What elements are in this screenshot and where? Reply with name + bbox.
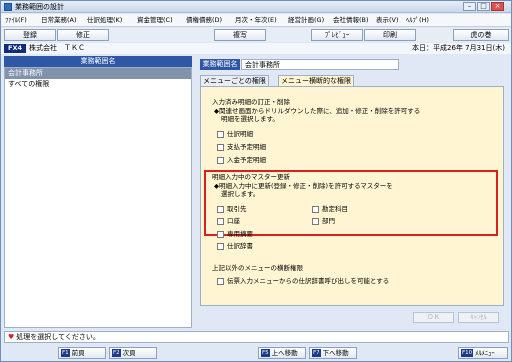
modify-button[interactable]: 修正	[57, 29, 109, 41]
window-title: 業務範囲の設計	[15, 3, 64, 11]
checkbox-journal-detail[interactable]: 仕訳明細	[217, 130, 253, 139]
checkbox-account-title[interactable]: 勘定科目	[312, 205, 348, 214]
range-list-header: 業務範囲名	[4, 56, 192, 67]
close-button[interactable]: ×	[491, 2, 504, 11]
section-description: ◆関連せ画面からドリルダウンした際に、追加・修正・削除を許可する	[214, 107, 421, 115]
range-name-label: 業務範囲名	[200, 59, 240, 70]
checkbox-dict-call[interactable]: 伝票入力メニューからの仕訳辞書呼び出しを可能とする	[217, 277, 389, 286]
f1-prev-page-button[interactable]: F1 前頁	[58, 347, 106, 359]
menu-company[interactable]: 会社情報(B)	[333, 16, 369, 25]
checkbox-journal-dict[interactable]: 仕訳辞書	[217, 242, 253, 251]
range-name-field[interactable]: 会計事務所	[241, 59, 399, 70]
function-key-bar: F1 前頁 F2 次頁 F5 上へ移動 F7 下へ移動 F10 ﾒﾙﾒﾆｭｰ	[1, 345, 511, 361]
checkbox-summary[interactable]: 専用摘要	[217, 230, 253, 239]
fx4-badge: FX4	[4, 44, 26, 53]
status-bar: ♥ 処理を選択してください。	[4, 331, 509, 343]
toolbar: 登録 修正 複写 ﾌﾟﾚﾋﾞｭｰ 印刷 虎の巻	[1, 28, 511, 42]
app-icon	[4, 3, 12, 11]
guide-button[interactable]: 虎の巻	[453, 29, 509, 41]
maximize-button[interactable]: □	[477, 2, 490, 11]
app-window: 業務範囲の設計 – □ × ﾌｧｲﾙ(F) 日常業務(A) 仕訳処理(K) 資金…	[0, 0, 512, 362]
today-date: 本日：平成26年 7月31日(木)	[412, 44, 505, 52]
range-list: 会計事務所 すべての権限	[4, 67, 192, 328]
company-bar: FX4 株式会社 ＴＫＣ 本日：平成26年 7月31日(木)	[1, 43, 511, 54]
menu-debt[interactable]: 債権債務(D)	[186, 16, 222, 25]
preview-button[interactable]: ﾌﾟﾚﾋﾞｭｰ	[311, 29, 363, 41]
f10-main-menu-button[interactable]: F10 ﾒﾙﾒﾆｭｰ	[458, 347, 508, 359]
checkbox-customer[interactable]: 取引先	[217, 205, 247, 214]
checkbox[interactable]	[217, 206, 224, 213]
checkbox[interactable]	[217, 157, 224, 164]
checkbox[interactable]	[217, 231, 224, 238]
checkbox[interactable]	[312, 206, 319, 213]
ok-button[interactable]: ＯＫ	[413, 312, 454, 323]
section-title: 上記以外のメニューの横断権限	[212, 264, 303, 272]
checkbox[interactable]	[312, 218, 319, 225]
minimize-button[interactable]: –	[463, 2, 476, 11]
tab-cross-menu-permissions[interactable]: メニュー横断的な権限	[278, 75, 354, 86]
checkbox-payment-detail[interactable]: 支払予定明細	[217, 143, 266, 152]
menu-journal[interactable]: 仕訳処理(K)	[87, 16, 122, 25]
list-item[interactable]: 会計事務所	[5, 68, 191, 79]
checkbox[interactable]	[217, 243, 224, 250]
menu-view[interactable]: 表示(V)	[376, 16, 399, 25]
status-text: 処理を選択してください。	[16, 333, 100, 341]
cancel-button[interactable]: ｷｬﾝｾﾙ	[458, 312, 499, 323]
f2-next-page-button[interactable]: F2 次頁	[109, 347, 157, 359]
section-title: 入力済み明細の訂正・削除	[212, 98, 290, 106]
menu-bar: ﾌｧｲﾙ(F) 日常業務(A) 仕訳処理(K) 資金管理(C) 債権債務(D) …	[1, 14, 511, 27]
checkbox[interactable]	[217, 131, 224, 138]
menu-period[interactable]: 月次・年次(E)	[235, 16, 277, 25]
menu-help[interactable]: ﾍﾙﾌﾟ(H)	[406, 16, 429, 25]
checkbox[interactable]	[217, 144, 224, 151]
section-description: ◆明細入力中に更新(登録・修正・削除)を許可するマスターを	[214, 182, 393, 190]
section-description: 明細を選択します。	[221, 115, 279, 123]
company-name: 株式会社 ＴＫＣ	[29, 44, 85, 52]
heart-icon: ♥	[8, 333, 15, 341]
menu-daily[interactable]: 日常業務(A)	[41, 16, 77, 25]
section-title: 明細入力中のマスター更新	[212, 173, 290, 181]
checkbox[interactable]	[217, 278, 224, 285]
tab-menu-permissions[interactable]: メニューごとの権限	[200, 75, 269, 86]
f7-move-down-button[interactable]: F7 下へ移動	[309, 347, 357, 359]
f5-move-up-button[interactable]: F5 上へ移動	[258, 347, 306, 359]
menu-funds[interactable]: 資金管理(C)	[137, 16, 173, 25]
section-description: 選択します。	[221, 190, 260, 198]
checkbox[interactable]	[217, 218, 224, 225]
menu-planning[interactable]: 経営計画(G)	[288, 16, 324, 25]
print-button[interactable]: 印刷	[364, 29, 416, 41]
list-item[interactable]: すべての権限	[5, 79, 191, 90]
copy-button[interactable]: 複写	[214, 29, 266, 41]
register-button[interactable]: 登録	[4, 29, 56, 41]
checkbox-department[interactable]: 部門	[312, 217, 335, 226]
checkbox-receipt-detail[interactable]: 入金予定明細	[217, 156, 266, 165]
menu-file[interactable]: ﾌｧｲﾙ(F)	[5, 16, 27, 25]
checkbox-account[interactable]: 口座	[217, 217, 240, 226]
title-bar: 業務範囲の設計 – □ ×	[1, 1, 511, 13]
